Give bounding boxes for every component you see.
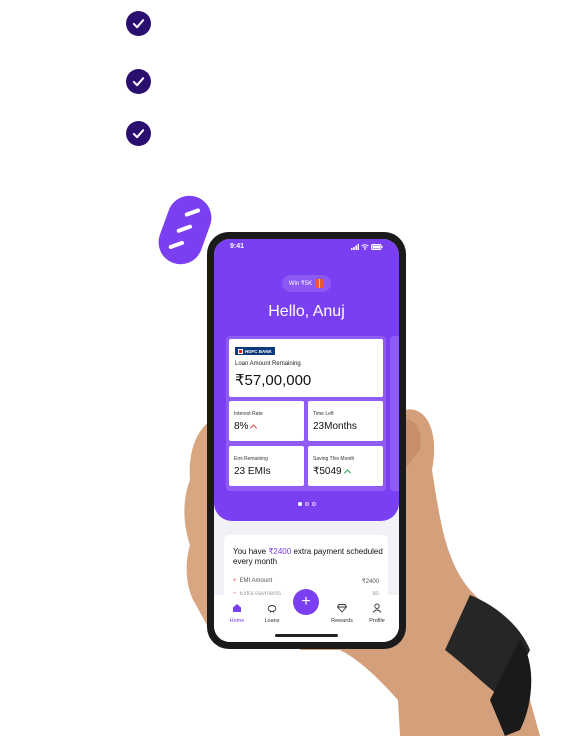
home-icon (233, 604, 241, 612)
status-time: 9:41 (230, 243, 245, 250)
stat-value: ₹5049 (313, 466, 342, 477)
nav-rewards[interactable]: Rewards (327, 603, 357, 624)
loan-summary: HDFC BANK Loan Amount Remaining ₹57,00,0… (229, 339, 383, 397)
user-icon (372, 603, 382, 613)
bank-logo: HDFC BANK (235, 347, 275, 355)
trend-up-icon (343, 469, 351, 477)
extra-payment-title: You have ₹2400 extra payment scheduled e… (233, 547, 383, 567)
nav-label: Home (229, 618, 245, 624)
stat-label: Emi Remaining (234, 456, 268, 462)
nav-label: Rewards (331, 618, 353, 624)
stat-emi-remaining: Emi Remaining 23 EMIs (229, 446, 304, 486)
stat-interest-rate: Interest Rate 8% (229, 401, 304, 441)
plus-icon: + (233, 578, 237, 584)
info-row-emi: + EMI Amount ₹2400 (233, 578, 379, 585)
phone-screen: 9:41 Win ₹5K Hello, Anuj HDFC BANK Loan … (214, 239, 399, 642)
nav-home[interactable]: Home (222, 603, 252, 624)
pager-dot[interactable] (297, 502, 302, 506)
win-reward-button[interactable]: Win ₹5K (282, 275, 331, 292)
battery-icon (371, 244, 383, 250)
nav-label: Loans (264, 618, 280, 624)
win-label: Win ₹5K (288, 281, 313, 287)
stat-value: 23Months (313, 421, 357, 432)
loan-amount-value: ₹57,00,000 (235, 372, 312, 389)
row-label: EMI Amount (239, 578, 273, 584)
bottom-nav: Home Loans + Rewards Profile (214, 589, 399, 642)
stat-time-left: Time Left 23Months (308, 401, 383, 441)
stat-saving-month: Saving This Month ₹5049 (308, 446, 383, 486)
greeting: Hello, Anuj (268, 303, 345, 320)
nav-loans[interactable]: Loans (257, 603, 287, 624)
row-value: ₹2400 (361, 579, 379, 585)
plus-icon: + (301, 593, 311, 610)
loan-amount-label: Loan Amount Remaining (235, 361, 301, 367)
stat-value: 23 EMIs (234, 466, 271, 477)
piggy-bank-icon (267, 605, 277, 613)
diamond-icon (336, 604, 348, 613)
wifi-icon (361, 244, 369, 250)
hdfc-logo-icon (238, 348, 243, 354)
carousel-pager[interactable] (214, 502, 399, 506)
stat-value: 8% (234, 421, 249, 432)
extra-amount: ₹2400 (268, 547, 292, 556)
next-card-peek[interactable] (390, 336, 399, 491)
pager-dot[interactable] (304, 502, 309, 506)
signal-icon (351, 244, 359, 250)
stat-label: Interest Rate (234, 411, 263, 417)
bank-name: HDFC BANK (245, 348, 272, 354)
gift-icon (315, 279, 325, 288)
stat-label: Saving This Month (313, 456, 355, 462)
page: 9:41 Win ₹5K Hello, Anuj HDFC BANK Loan … (0, 0, 587, 736)
status-bar: 9:41 (214, 243, 399, 255)
add-button[interactable]: + (293, 589, 319, 615)
nav-profile[interactable]: Profile (362, 603, 392, 624)
loan-card[interactable]: HDFC BANK Loan Amount Remaining ₹57,00,0… (226, 336, 386, 491)
home-indicator (275, 634, 338, 637)
stat-label: Time Left (313, 411, 334, 417)
title-prefix: You have (233, 547, 267, 556)
trend-up-icon (250, 424, 258, 432)
nav-label: Profile (369, 618, 385, 624)
pager-dot[interactable] (311, 502, 316, 506)
